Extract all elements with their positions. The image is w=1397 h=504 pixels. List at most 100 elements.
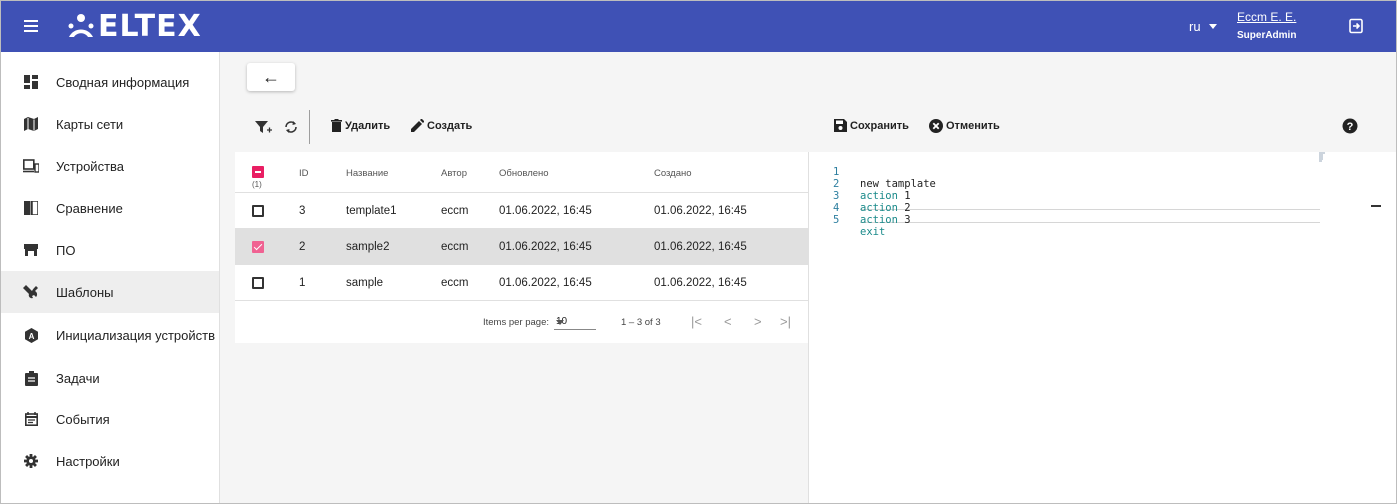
floppy-icon [834,119,847,132]
sidebar-item-label: Карты сети [56,116,124,132]
cancel-button[interactable]: Отменить [929,119,1000,133]
column-header-author[interactable]: Автор [441,168,467,179]
cancel-label: Отменить [946,120,1000,132]
sidebar-item-label: События [56,411,110,427]
table-row[interactable]: 3 template1 eccm 01.06.2022, 16:45 01.06… [235,193,808,229]
logout-icon[interactable] [1348,18,1364,34]
sidebar-item-settings[interactable]: Настройки [1,440,219,482]
next-page-icon[interactable]: > [754,314,762,329]
sidebar: Сводная информация Карты сети Устройства… [1,52,220,503]
toolbar-divider [309,110,310,144]
sidebar-item-software[interactable]: ПО [1,229,219,271]
row-checkbox[interactable] [252,205,264,217]
gear-icon [23,453,39,469]
keyword: action [860,214,898,226]
eltex-logo: ELTEX [66,8,202,44]
keyword: action [860,190,898,202]
keyword: exit [860,226,886,238]
sidebar-item-network-maps[interactable]: Карты сети [1,103,219,145]
code-editor[interactable]: 1 new tamplate 2 action 1 3 action 2 4 a… [808,152,1396,503]
menu-icon[interactable] [24,20,38,32]
current-line-highlight [860,209,1320,223]
column-header-name[interactable]: Название [346,168,388,179]
templates-table: (1) ID Название Автор Обновлено Создано … [235,152,808,343]
minimap-icon[interactable] [1318,152,1328,162]
page-range: 1 – 3 of 3 [621,317,661,328]
code-line: 4 action 3 [809,190,911,226]
cell-updated: 01.06.2022, 16:45 [499,205,592,217]
init-icon: A [23,327,39,343]
argument: 2 [904,202,911,214]
user-info: Eccm E. E. SuperAdmin [1237,10,1296,41]
software-icon [23,242,39,258]
sidebar-item-devices[interactable]: Устройства [1,145,219,187]
keyword: action [860,202,898,214]
sidebar-item-label: Задачи [56,370,100,386]
back-button[interactable]: ← [247,63,295,91]
cell-id: 1 [299,277,306,289]
argument: 1 [904,190,911,202]
user-name-link[interactable]: Eccm E. E. [1237,10,1296,24]
cell-id: 2 [299,241,306,253]
sidebar-item-label: ПО [56,242,76,258]
first-page-icon[interactable]: |< [691,314,702,329]
sidebar-item-dashboard[interactable]: Сводная информация [1,61,219,103]
app-window: ELTEX ru Eccm E. E. SuperAdmin Сводная и… [0,0,1397,504]
sidebar-item-compare[interactable]: Сравнение [1,187,219,229]
delete-label: Удалить [345,119,391,132]
create-button[interactable]: Создать [411,119,472,132]
save-button[interactable]: Сохранить [834,119,909,132]
select-all-checkbox[interactable] [252,166,264,178]
map-icon [23,116,39,132]
event-icon [23,411,39,427]
column-header-id[interactable]: ID [299,168,309,179]
row-checkbox[interactable] [252,277,264,289]
assignment-icon [23,370,39,386]
sidebar-item-events[interactable]: События [1,398,219,440]
trash-icon [331,119,342,132]
table-row[interactable]: 2 sample2 eccm 01.06.2022, 16:45 01.06.2… [235,229,808,265]
pencil-icon [411,119,424,132]
main-content: ← Удалить Создать Сохранить Отменить ? (… [220,52,1396,503]
eltex-logo-mark [68,14,94,37]
argument: 3 [904,214,911,226]
cell-created: 01.06.2022, 16:45 [654,205,747,217]
devices-icon [23,158,39,174]
help-icon[interactable]: ? [1341,117,1359,135]
cell-updated: 01.06.2022, 16:45 [499,241,592,253]
sidebar-item-templates[interactable]: Шаблоны [1,271,219,313]
filter-add-icon[interactable] [254,118,272,136]
cell-id: 3 [299,205,306,217]
scrollbar-marker[interactable] [1371,205,1381,207]
save-label: Сохранить [850,119,909,132]
cell-author: eccm [441,205,469,217]
line-text: new tamplate [860,178,936,190]
selected-count: (1) [252,180,262,189]
sidebar-item-label: Сводная информация [56,74,190,90]
sidebar-item-device-init[interactable]: A Инициализация устройств [1,314,219,356]
column-header-updated[interactable]: Обновлено [499,168,549,179]
language-value: ru [1189,19,1201,34]
refresh-icon[interactable] [282,118,300,136]
delete-button[interactable]: Удалить [331,119,390,132]
sidebar-item-label: Инициализация устройств [56,327,216,343]
user-role: SuperAdmin [1237,30,1297,41]
sidebar-item-tasks[interactable]: Задачи [1,357,219,399]
language-select[interactable]: ru [1189,19,1217,34]
table-row[interactable]: 1 sample eccm 01.06.2022, 16:45 01.06.20… [235,265,808,301]
prev-page-icon[interactable]: < [724,314,732,329]
svg-text:A: A [28,332,34,341]
code-line: 5 exit [809,202,885,238]
paginator: Items per page: 10 1 – 3 of 3 |< < > >| [235,301,808,343]
last-page-icon[interactable]: >| [780,314,791,329]
sidebar-item-label: Шаблоны [56,284,114,300]
cell-author: eccm [441,241,469,253]
compare-icon [23,200,39,216]
items-per-page-select[interactable]: 10 [554,314,596,330]
create-label: Создать [427,119,473,132]
sidebar-item-label: Сравнение [56,200,123,216]
cell-name: template1 [346,205,397,217]
brand-text: ELTEX [98,8,202,44]
row-checkbox[interactable] [252,241,264,253]
column-header-created[interactable]: Создано [654,168,692,179]
